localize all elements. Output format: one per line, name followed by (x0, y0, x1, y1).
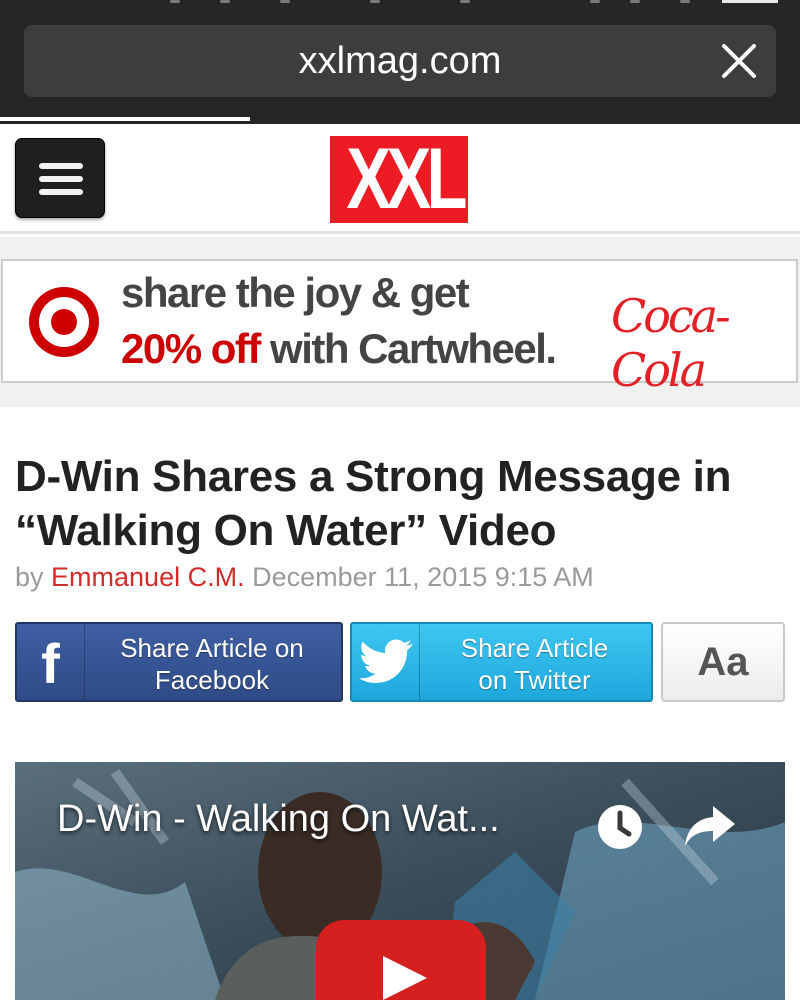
url-bar[interactable]: xxlmag.com (24, 25, 776, 97)
status-indicators (170, 0, 730, 4)
hamburger-icon (39, 163, 83, 169)
byline: by Emmanuel C.M. December 11, 2015 9:15 … (15, 562, 594, 593)
ad-offer-rest: with Cartwheel. (259, 325, 557, 372)
share-arrow-icon[interactable] (683, 804, 737, 848)
play-button[interactable] (316, 920, 486, 1000)
menu-button[interactable] (15, 138, 105, 218)
text-size-button[interactable]: Aa (661, 622, 785, 702)
url-text[interactable]: xxlmag.com (24, 25, 776, 97)
ad-offer: 20% off with Cartwheel. (121, 325, 557, 373)
article-date: December 11, 2015 9:15 AM (244, 562, 594, 592)
share-twitter-button[interactable]: Share Article on Twitter (350, 622, 653, 702)
close-icon[interactable] (720, 42, 758, 80)
target-logo-icon (29, 287, 99, 357)
ad-discount: 20% off (121, 325, 261, 372)
battery-icon (722, 0, 778, 3)
article-title: D-Win Shares a Strong Message in “Walkin… (15, 452, 732, 555)
browser-chrome: xxlmag.com (0, 0, 800, 124)
site-header: XXL (0, 124, 800, 234)
site-logo[interactable]: XXL (330, 136, 468, 223)
page-load-progress (0, 117, 250, 121)
play-icon (383, 956, 427, 1000)
byline-prefix: by (15, 562, 52, 592)
twitter-icon (352, 624, 420, 700)
video-player[interactable]: D-Win - Walking On Wat... (15, 762, 785, 1000)
ad-headline: share the joy & get (121, 269, 470, 316)
ad-section: share the joy & get 20% off with Cartwhe… (0, 237, 800, 407)
share-facebook-label: Share Article on Facebook (120, 633, 304, 695)
share-facebook-button[interactable]: f Share Article on Facebook (15, 622, 343, 702)
ad-banner[interactable]: share the joy & get 20% off with Cartwhe… (1, 259, 798, 397)
share-twitter-label: Share Article on Twitter (460, 633, 609, 695)
facebook-icon: f (17, 624, 85, 700)
video-title[interactable]: D-Win - Walking On Wat... (57, 798, 500, 841)
status-bar (0, 0, 800, 12)
author-link[interactable]: Emmanuel C.M. (51, 562, 245, 592)
clock-icon[interactable] (595, 802, 645, 852)
coca-cola-logo: Coca-Cola (611, 289, 731, 397)
